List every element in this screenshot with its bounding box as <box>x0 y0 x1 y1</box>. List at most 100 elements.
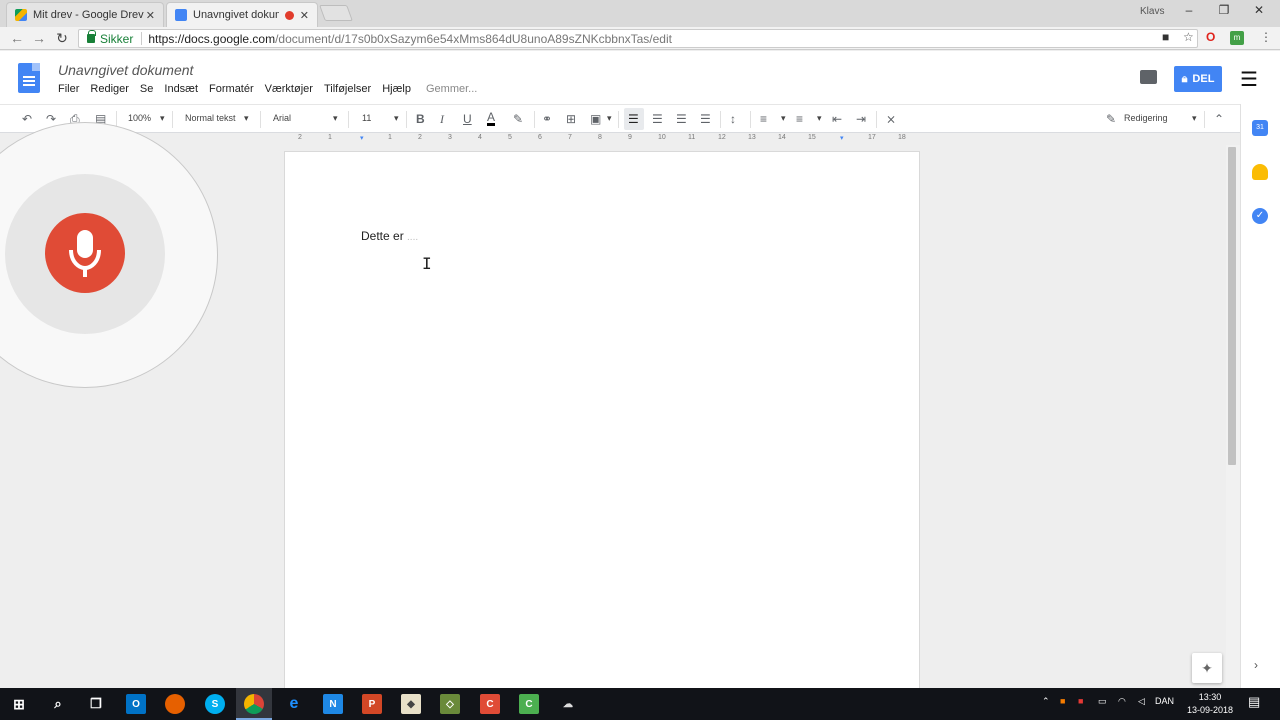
camtasia-icon[interactable]: C <box>519 694 539 714</box>
windows-start-icon[interactable]: ⊞ <box>9 694 29 714</box>
paragraph-style-select[interactable]: Normal tekst <box>185 113 236 123</box>
menu-vaerktojer[interactable]: Værktøjer <box>265 83 313 95</box>
menu-indsaet[interactable]: Indsæt <box>164 83 198 95</box>
opera-extension-icon[interactable]: O <box>1206 30 1215 44</box>
input-language[interactable]: DAN <box>1155 696 1174 706</box>
font-size-select[interactable]: 11 <box>362 113 371 123</box>
app-icon[interactable]: ☁ <box>558 694 578 714</box>
italic-icon[interactable]: I <box>440 112 444 127</box>
expand-panel-icon[interactable]: › <box>1254 658 1258 672</box>
tasks-icon[interactable]: ✓ <box>1252 208 1268 224</box>
clear-formatting-icon[interactable]: ⨯ <box>886 112 896 126</box>
ruler-tick: 12 <box>718 134 726 141</box>
skype-icon[interactable]: S <box>205 694 225 714</box>
close-tab-icon[interactable]: ✕ <box>300 9 309 22</box>
close-window-icon[interactable]: ✕ <box>1244 3 1274 17</box>
right-indent-marker-icon[interactable]: ▾ <box>840 134 844 142</box>
redo-icon[interactable]: ↷ <box>46 112 56 126</box>
insert-image-icon[interactable]: ▣ <box>590 112 601 126</box>
outlook-icon[interactable]: O <box>126 694 146 714</box>
numbered-list-icon[interactable]: ≡ <box>760 112 767 126</box>
editing-mode-select[interactable]: Redigering <box>1124 113 1168 123</box>
volume-icon[interactable]: ◁ <box>1138 696 1145 707</box>
explore-button[interactable]: ✦ <box>1192 653 1222 683</box>
keep-icon[interactable] <box>1252 164 1268 180</box>
document-title[interactable]: Unavngivet dokument <box>58 62 193 78</box>
align-center-icon[interactable]: ☰ <box>652 112 663 126</box>
firefox-icon[interactable] <box>165 694 185 714</box>
notification-center-icon[interactable]: ▤ <box>1248 694 1260 710</box>
chrome-icon[interactable] <box>244 694 264 714</box>
wifi-icon[interactable]: ◠ <box>1118 696 1126 707</box>
share-button[interactable]: 🔒︎ DEL <box>1174 66 1222 92</box>
insert-link-icon[interactable]: ⚭ <box>542 112 552 126</box>
back-icon[interactable]: ← <box>8 30 26 46</box>
document-body-text[interactable]: Dette er .... <box>361 229 418 243</box>
minimize-icon[interactable]: – <box>1174 3 1204 17</box>
text-color-icon[interactable]: A <box>487 111 496 126</box>
tray-app-icon[interactable]: ■ <box>1060 696 1065 706</box>
profile-name[interactable]: Klavs <box>1140 6 1164 17</box>
app-logo-icon[interactable]: ☰ <box>1240 67 1258 92</box>
close-tab-icon[interactable]: ✕ <box>146 9 155 22</box>
font-select[interactable]: Arial <box>273 113 291 123</box>
align-right-icon[interactable]: ☰ <box>676 112 687 126</box>
menu-filer[interactable]: Filer <box>58 83 79 95</box>
tab-title: Mit drev - Google Drev <box>33 9 144 21</box>
menu-formater[interactable]: Formatér <box>209 83 254 95</box>
indent-marker-icon[interactable]: ▾ <box>360 134 364 142</box>
chrome-menu-icon[interactable]: ⋮ <box>1260 30 1272 44</box>
ruler[interactable]: 2 1 ▾ 1 2 3 4 5 6 7 8 9 10 11 12 13 14 1… <box>284 133 920 145</box>
ruler-tick: 1 <box>388 134 392 141</box>
forward-icon[interactable]: → <box>30 30 48 46</box>
collapse-menus-icon[interactable]: ⌃ <box>1214 112 1224 126</box>
camera-icon[interactable]: ■ <box>1162 30 1169 44</box>
scrollbar-thumb[interactable] <box>1228 147 1236 465</box>
insert-comment-icon[interactable]: ⊞ <box>566 112 576 126</box>
explore-icon: ✦ <box>1201 659 1213 676</box>
bulleted-list-icon[interactable]: ≡ <box>796 112 803 126</box>
address-bar[interactable]: Sikker https://docs.google.com /document… <box>78 29 1198 48</box>
bookmark-star-icon[interactable]: ☆ <box>1183 30 1194 44</box>
menu-hjaelp[interactable]: Hjælp <box>382 83 411 95</box>
decrease-indent-icon[interactable]: ⇤ <box>832 112 842 126</box>
highlight-color-icon[interactable]: ✎ <box>513 112 523 126</box>
show-hidden-icons-icon[interactable]: ⌃ <box>1042 696 1050 707</box>
tab-mit-drev[interactable]: Mit drev - Google Drev ✕ <box>6 2 164 27</box>
clock-date: 13-09-2018 <box>1186 705 1234 715</box>
align-left-icon[interactable]: ☰ <box>628 112 639 126</box>
underline-icon[interactable]: U <box>463 112 472 126</box>
notes-app-icon[interactable]: N <box>323 694 343 714</box>
chevron-down-icon: ▾ <box>333 113 338 123</box>
task-view-icon[interactable]: ❐ <box>86 694 106 714</box>
maximize-icon[interactable]: ❐ <box>1209 3 1239 17</box>
calendar-icon[interactable]: 31 <box>1252 120 1268 136</box>
align-justify-icon[interactable]: ☰ <box>700 112 711 126</box>
new-tab-button[interactable] <box>319 5 353 21</box>
search-icon[interactable]: ⌕ <box>48 694 68 714</box>
comments-icon[interactable] <box>1140 70 1157 84</box>
app-icon[interactable]: ◇ <box>440 694 460 714</box>
voice-typing-mic-button[interactable] <box>45 213 125 293</box>
google-docs-logo-icon[interactable] <box>18 63 40 93</box>
internet-explorer-icon[interactable]: e <box>284 694 304 714</box>
battery-icon[interactable]: ▭ <box>1098 696 1107 707</box>
increase-indent-icon[interactable]: ⇥ <box>856 112 866 126</box>
system-clock[interactable]: 13:30 13-09-2018 <box>1182 691 1238 717</box>
url-divider <box>141 32 143 45</box>
zoom-select[interactable]: 100% <box>128 113 151 123</box>
lock-icon <box>87 30 96 43</box>
menu-se[interactable]: Se <box>140 83 153 95</box>
screen-recorder-icon[interactable]: C <box>480 694 500 714</box>
tray-app-icon[interactable]: ■ <box>1078 696 1083 706</box>
powerpoint-icon[interactable]: P <box>362 694 382 714</box>
bold-icon[interactable]: B <box>416 112 425 126</box>
extension-icon[interactable]: m <box>1230 31 1244 45</box>
reload-icon[interactable]: ↻ <box>53 30 71 47</box>
line-spacing-icon[interactable]: ↕ <box>730 112 736 126</box>
tab-unavngivet-dokument[interactable]: Unavngivet dokument ✕ <box>166 2 318 27</box>
app-icon[interactable]: ◆ <box>401 694 421 714</box>
menu-rediger[interactable]: Rediger <box>90 83 129 95</box>
undo-icon[interactable]: ↶ <box>22 112 32 126</box>
menu-tilfojelser[interactable]: Tilføjelser <box>324 83 371 95</box>
